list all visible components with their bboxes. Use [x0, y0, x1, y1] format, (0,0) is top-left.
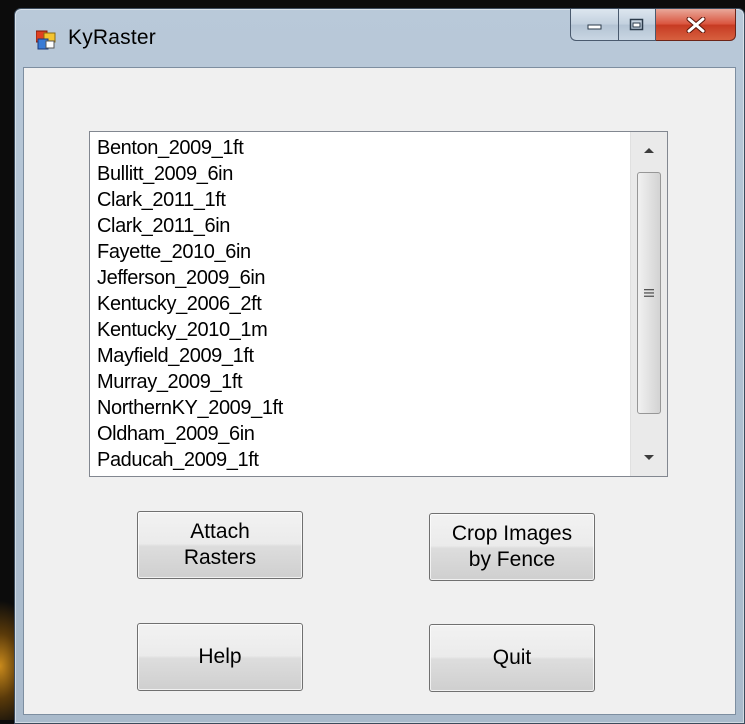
- caption-buttons: [570, 9, 736, 41]
- scroll-thumb[interactable]: [637, 172, 661, 414]
- kyraster-window: KyRaster Benton_2009_1ft Bullitt_2009_6i…: [14, 8, 745, 724]
- attach-rasters-button[interactable]: Attach Rasters: [137, 511, 303, 579]
- title-bar[interactable]: KyRaster: [15, 9, 744, 67]
- list-item[interactable]: NorthernKY_2009_1ft: [97, 395, 630, 421]
- list-item[interactable]: Benton_2009_1ft: [97, 135, 630, 161]
- scroll-up-arrow-icon: [644, 148, 654, 153]
- scroll-up-button[interactable]: [631, 132, 667, 168]
- maximize-button[interactable]: [618, 9, 656, 41]
- minimize-icon: [587, 24, 601, 29]
- vertical-scrollbar[interactable]: [630, 132, 667, 476]
- maximize-icon: [629, 18, 644, 30]
- quit-button[interactable]: Quit: [429, 624, 595, 692]
- list-item[interactable]: Kentucky_2010_1m: [97, 317, 630, 343]
- list-item[interactable]: Murray_2009_1ft: [97, 369, 630, 395]
- window-client-area: Benton_2009_1ft Bullitt_2009_6in Clark_2…: [23, 67, 736, 715]
- list-item[interactable]: Oldham_2009_6in: [97, 421, 630, 447]
- list-item[interactable]: Kentucky_2006_2ft: [97, 291, 630, 317]
- list-item[interactable]: Clark_2011_1ft: [97, 187, 630, 213]
- scroll-down-arrow-icon: [644, 455, 654, 460]
- scroll-down-button[interactable]: [631, 440, 667, 476]
- list-item[interactable]: Paducah_2009_1ft: [97, 447, 630, 473]
- list-item[interactable]: Fayette_2010_6in: [97, 239, 630, 265]
- window-title: KyRaster: [68, 26, 156, 49]
- app-window-icon: [36, 30, 56, 50]
- list-item[interactable]: Clark_2011_6in: [97, 213, 630, 239]
- crop-images-by-fence-button[interactable]: Crop Images by Fence: [429, 513, 595, 581]
- list-item[interactable]: Bullitt_2009_6in: [97, 161, 630, 187]
- grip-lines-icon: [644, 289, 654, 297]
- help-button[interactable]: Help: [137, 623, 303, 691]
- raster-listbox[interactable]: Benton_2009_1ft Bullitt_2009_6in Clark_2…: [89, 131, 668, 477]
- raster-list-items: Benton_2009_1ft Bullitt_2009_6in Clark_2…: [90, 132, 630, 476]
- minimize-button[interactable]: [570, 9, 618, 41]
- close-button[interactable]: [656, 9, 736, 41]
- list-item[interactable]: Jefferson_2009_6in: [97, 265, 630, 291]
- close-icon: [686, 16, 705, 33]
- list-item[interactable]: Mayfield_2009_1ft: [97, 343, 630, 369]
